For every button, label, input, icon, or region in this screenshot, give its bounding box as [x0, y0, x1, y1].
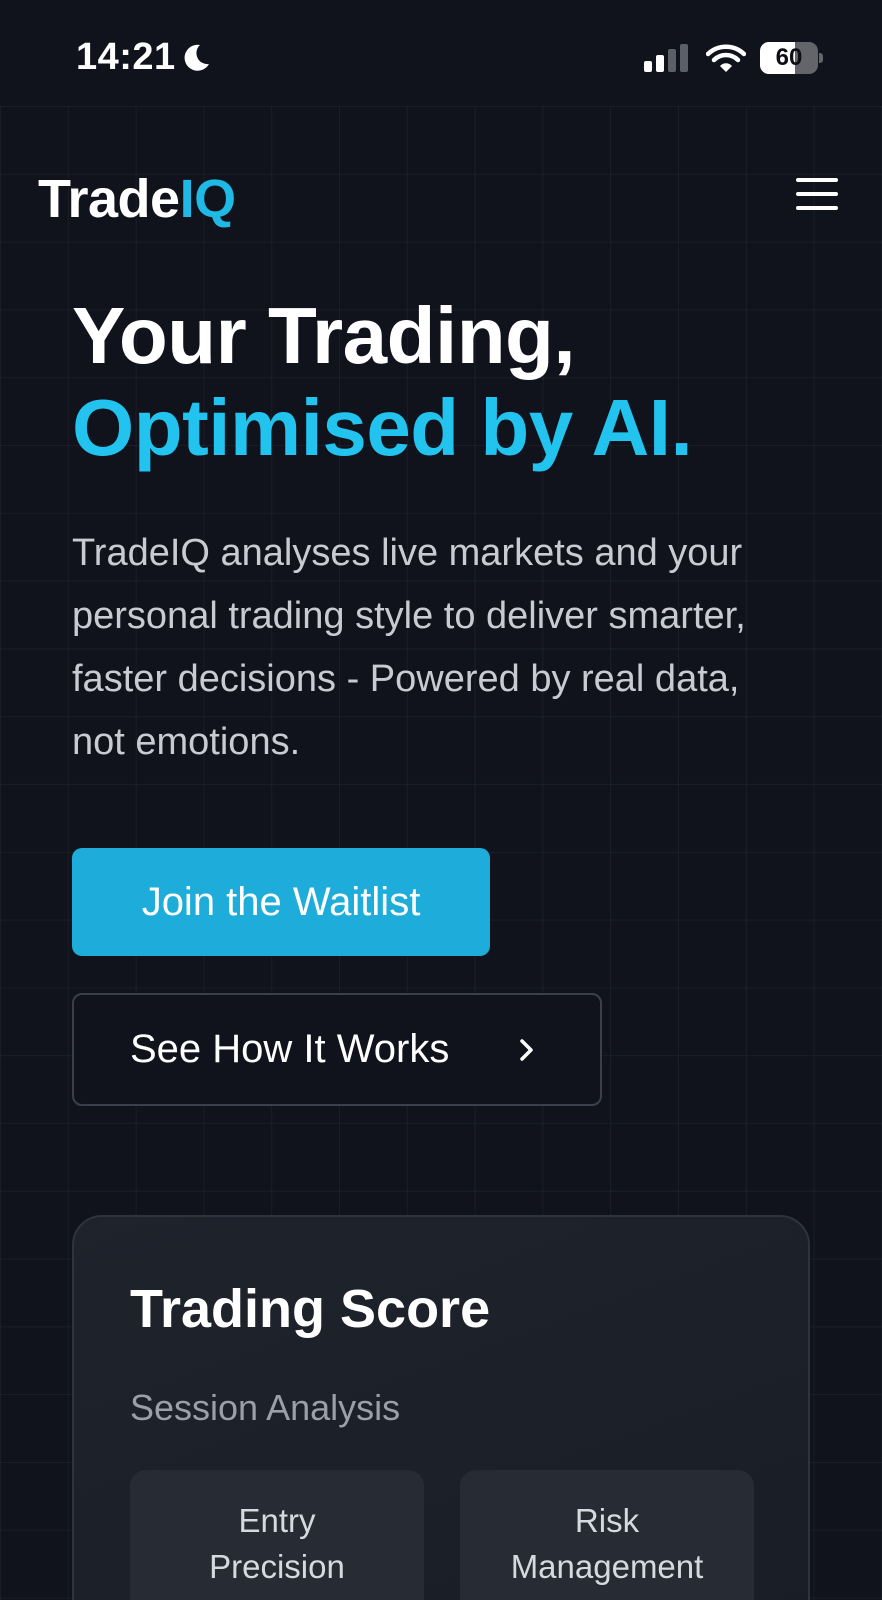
- menu-line: [796, 206, 838, 210]
- tradeiq-logo[interactable]: TradeIQ: [38, 168, 236, 230]
- metric-label-line-2: Precision: [209, 1548, 345, 1585]
- logo-text-iq: IQ: [179, 169, 237, 229]
- cellular-signal-icon: [644, 44, 688, 72]
- join-waitlist-button[interactable]: Join the Waitlist: [72, 848, 490, 956]
- card-subtitle: Session Analysis: [130, 1387, 401, 1428]
- wifi-icon: [706, 44, 746, 72]
- status-time: 14:21: [76, 36, 176, 78]
- battery-icon: 60: [760, 42, 823, 74]
- headline-line-2: Optimised by AI.: [72, 383, 693, 472]
- headline-line-1: Your Trading,: [72, 291, 576, 380]
- logo-text-trade: Trade: [38, 169, 180, 229]
- chevron-right-icon: [520, 1039, 533, 1061]
- app-screen: 14:21 60 TradeIQ Your Trading, Optimised…: [0, 0, 882, 1600]
- menu-line: [796, 178, 838, 182]
- hamburger-menu-icon[interactable]: [796, 178, 840, 214]
- see-how-it-works-label: See How It Works: [130, 1027, 450, 1071]
- metric-label-line-1: Risk: [574, 1502, 640, 1539]
- do-not-disturb-moon-icon: [184, 44, 209, 71]
- menu-line: [796, 192, 838, 196]
- metric-risk-management: Risk Management: [460, 1470, 754, 1600]
- hero-headline: Your Trading, Optimised by AI.: [72, 290, 693, 474]
- metric-label-line-1: Entry: [238, 1502, 316, 1539]
- hero-description: TradeIQ analyses live markets and your p…: [72, 532, 746, 763]
- metric-label-line-2: Management: [510, 1548, 704, 1585]
- battery-percentage: 60: [775, 44, 803, 71]
- battery-tip: [819, 53, 823, 63]
- battery-body: 60: [760, 42, 818, 74]
- metric-entry-precision: Entry Precision: [130, 1470, 424, 1600]
- card-title: Trading Score: [130, 1279, 491, 1339]
- status-bar: 14:21 60: [0, 0, 882, 106]
